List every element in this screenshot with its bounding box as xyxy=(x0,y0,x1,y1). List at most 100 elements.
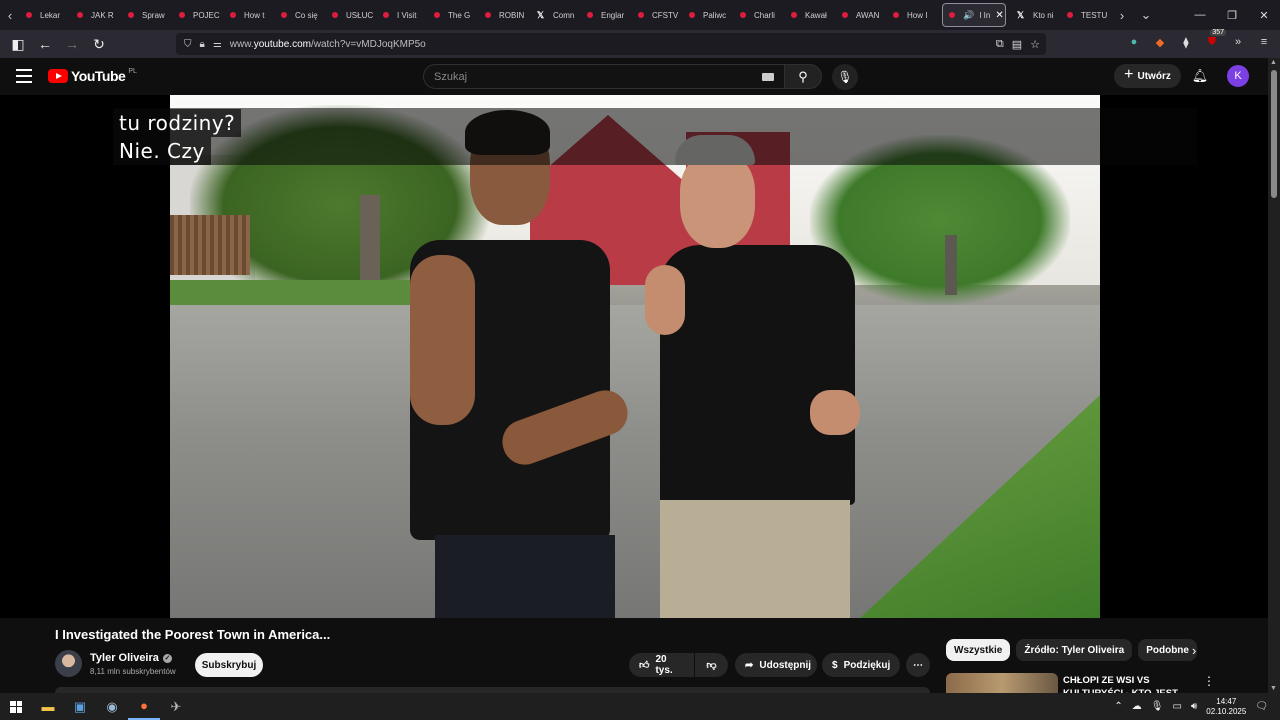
chips-next-icon[interactable]: › xyxy=(1192,643,1196,658)
scroll-down-icon[interactable]: ▼ xyxy=(1270,685,1277,692)
video-player[interactable]: tu rodziny? Nie. Czy xyxy=(0,95,1268,618)
browser-tab[interactable]: JAK R xyxy=(71,3,122,27)
browser-tab[interactable]: How I xyxy=(887,3,938,27)
browser-tab[interactable]: Kawał xyxy=(785,3,836,27)
video-title: I Investigated the Poorest Town in Ameri… xyxy=(55,627,331,642)
tab-label: ROBIN xyxy=(499,10,525,20)
bookmark-star-icon[interactable]: ☆ xyxy=(1030,38,1040,51)
tabs-scroll-right-icon[interactable]: › xyxy=(1112,0,1132,30)
account-avatar[interactable]: K xyxy=(1227,65,1249,87)
overflow-chevron-icon[interactable]: » xyxy=(1230,34,1246,50)
channel-avatar[interactable] xyxy=(55,650,82,677)
minimize-icon[interactable]: — xyxy=(1184,0,1216,30)
extensions-puzzle-icon[interactable]: ⧫ xyxy=(1178,34,1194,50)
channel-name[interactable]: Tyler Oliveira ✓ xyxy=(90,652,172,664)
forward-icon[interactable]: → xyxy=(60,32,84,56)
tab-list-chevron-icon[interactable]: ⌄ xyxy=(1136,0,1156,30)
chip-from-channel[interactable]: Źródło: Tyler Oliveira xyxy=(1016,639,1133,661)
video-frame[interactable] xyxy=(170,95,1100,618)
browser-tab[interactable]: Charli xyxy=(734,3,785,27)
search-input[interactable]: Szukaj xyxy=(423,64,785,89)
browser-tab[interactable]: Co się xyxy=(275,3,326,27)
recommended-video-title[interactable]: CHŁOPI ZE WSI VS KULTURYŚCI - KTO JEST xyxy=(1063,674,1193,694)
volume-icon[interactable]: 🔊︎ xyxy=(1191,701,1197,712)
share-button[interactable]: ➦ Udostępnij xyxy=(735,653,817,677)
picture-in-picture-icon[interactable]: ⧉ xyxy=(996,38,1004,51)
recommended-more-icon[interactable]: ⋮ xyxy=(1203,674,1215,688)
youtube-logo[interactable]: YouTube PL xyxy=(48,68,137,84)
scrollbar-thumb[interactable] xyxy=(1271,70,1277,198)
voice-search-button[interactable]: 🎙︎ xyxy=(832,64,858,90)
youtube-header: YouTube PL Szukaj ⚲ 🎙︎ + Utwórz 🔔︎ K xyxy=(0,58,1268,95)
vpn-extension-icon[interactable]: ● xyxy=(1126,34,1142,50)
browser-tab[interactable]: CFSTV xyxy=(632,3,683,27)
youtube-icon xyxy=(1067,12,1073,18)
tab-active[interactable]: 🔊 I In ✕ xyxy=(942,3,1006,27)
reader-view-icon[interactable]: ▤ xyxy=(1012,38,1022,51)
close-window-icon[interactable]: ✕ xyxy=(1248,0,1280,30)
reload-icon[interactable]: ↻ xyxy=(87,32,111,56)
lock-icon[interactable]: 🔒︎ xyxy=(200,39,205,50)
dislike-button[interactable]: 👎︎ xyxy=(695,653,728,677)
fox-extension-icon[interactable]: ◆ xyxy=(1152,34,1168,50)
back-icon[interactable]: ← xyxy=(33,32,57,56)
browser-tab[interactable]: Paliwc xyxy=(683,3,734,27)
browser-tab[interactable]: AWAN xyxy=(836,3,887,27)
browser-tab[interactable]: How t xyxy=(224,3,275,27)
start-button[interactable] xyxy=(0,693,32,720)
page-scrollbar[interactable]: ▲ ▼ xyxy=(1268,58,1280,693)
url-text[interactable]: www.youtube.com/watch?v=vMDJoqKMP5o xyxy=(230,39,426,50)
close-tab-icon[interactable]: ✕ xyxy=(995,10,1003,21)
browser-tab[interactable]: 𝕏 Kto ni xyxy=(1010,3,1061,27)
clock-time: 14:47 xyxy=(1216,696,1237,706)
app-icon[interactable]: ✈ xyxy=(160,693,192,720)
shield-icon[interactable]: ⛉ xyxy=(184,39,192,50)
youtube-icon xyxy=(332,12,338,18)
network-icon[interactable]: ▭ xyxy=(1172,701,1181,712)
browser-tab[interactable]: POJEC xyxy=(173,3,224,27)
browser-tab[interactable]: The G xyxy=(428,3,479,27)
browser-tab[interactable]: Spraw xyxy=(122,3,173,27)
browser-tab[interactable]: Englar xyxy=(581,3,632,27)
browser-tab[interactable]: TESTU xyxy=(1061,3,1112,27)
keyboard-icon[interactable] xyxy=(762,72,774,81)
permissions-icon[interactable]: ⚌ xyxy=(213,39,222,50)
address-bar[interactable]: ⛉ 🔒︎ ⚌ www.youtube.com/watch?v=vMDJoqKMP… xyxy=(176,33,1046,55)
channel-name-text[interactable]: Tyler Oliveira xyxy=(90,652,159,664)
clock[interactable]: 14:47 02.10.2025 xyxy=(1206,697,1246,717)
sidebar-toggle-icon[interactable]: ◧ xyxy=(6,32,30,56)
onedrive-icon[interactable]: ☁ xyxy=(1132,701,1142,712)
browser-tab[interactable]: 𝕏 Comn xyxy=(530,3,581,27)
browser-tab[interactable]: I Visit xyxy=(377,3,428,27)
menu-icon[interactable]: ≡ xyxy=(1256,34,1272,50)
browser-tab[interactable]: Lekar xyxy=(20,3,71,27)
notifications-icon[interactable]: 🗨︎ xyxy=(1255,701,1268,712)
subscribe-button[interactable]: Subskrybuj xyxy=(195,653,263,677)
speaker-icon[interactable]: 🔊 xyxy=(963,10,974,21)
thanks-button[interactable]: $ Podziękuj xyxy=(822,653,900,677)
ublock-extension-icon[interactable]: ⛊ 357 xyxy=(1204,29,1226,50)
chip-related[interactable]: Podobne xyxy=(1138,639,1197,661)
captions: tu rodziny? Nie. Czy xyxy=(113,109,242,165)
scene-person-left xyxy=(410,110,650,618)
notifications-bell-icon[interactable]: 🔔︎ xyxy=(1190,66,1210,86)
tray-overflow-icon[interactable]: ⌃ xyxy=(1114,701,1122,712)
more-actions-button[interactable]: ⋯ xyxy=(906,653,930,677)
browser-tab[interactable]: ROBIN xyxy=(479,3,530,27)
hamburger-menu-icon[interactable] xyxy=(16,69,32,83)
chip-all[interactable]: Wszystkie xyxy=(946,639,1011,661)
browser-tab[interactable]: USŁUC xyxy=(326,3,377,27)
thanks-icon: $ xyxy=(832,659,838,671)
tabs-scroll-left-icon[interactable]: ‹ xyxy=(0,0,20,30)
create-button[interactable]: + Utwórz xyxy=(1114,64,1181,88)
restore-icon[interactable]: ❐ xyxy=(1216,0,1248,30)
like-button[interactable]: 👍︎ 20 tys. xyxy=(629,653,694,677)
tab-list: Lekar JAK R Spraw POJEC How t Co się USŁUC I Vi… xyxy=(20,3,938,27)
mic-tray-icon[interactable]: 🎙︎ xyxy=(1151,701,1164,712)
file-explorer-icon[interactable]: ▬ xyxy=(32,693,64,720)
search-button[interactable]: ⚲ xyxy=(784,64,822,89)
scroll-up-icon[interactable]: ▲ xyxy=(1270,59,1277,66)
steam-icon[interactable]: ◉ xyxy=(96,693,128,720)
remote-desktop-icon[interactable]: ▣ xyxy=(64,693,96,720)
firefox-icon[interactable]: ● xyxy=(128,693,160,720)
